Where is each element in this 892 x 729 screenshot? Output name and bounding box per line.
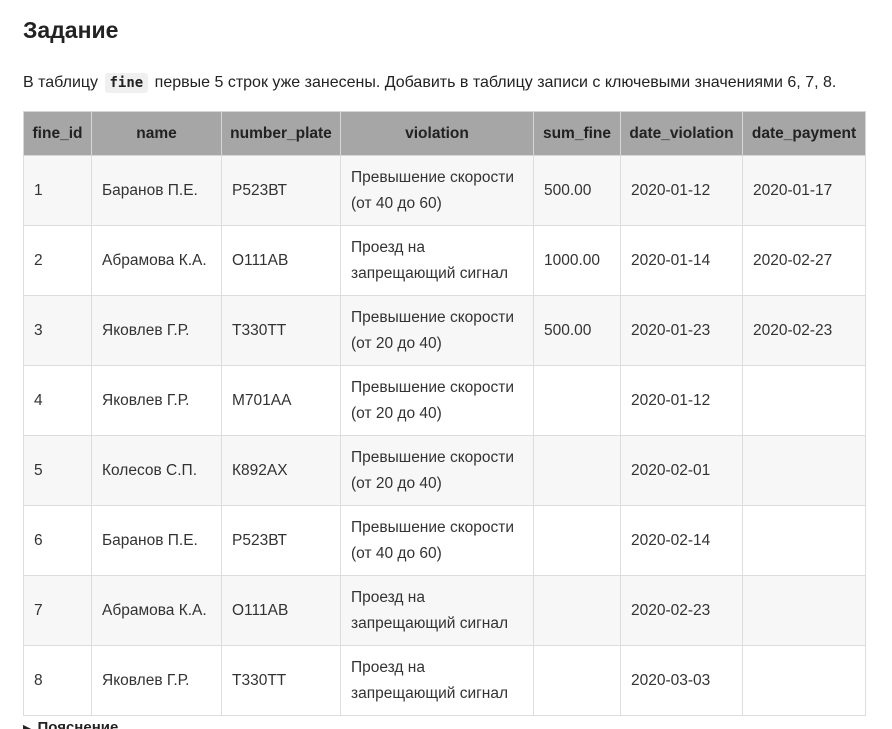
- table-cell-date-violation: 2020-01-14: [620, 225, 743, 296]
- table-cell-fine-id: 8: [23, 645, 92, 716]
- table-cell-sum-fine: [533, 435, 621, 506]
- table-cell-date-payment: [742, 645, 866, 716]
- column-header-name: name: [91, 111, 222, 156]
- table-row: 2 Абрамова К.А. О111АВ Проезд на запрещающи…: [23, 225, 866, 296]
- table-cell-violation: Проезд на запрещающий сигнал: [340, 225, 534, 296]
- table-cell-number-plate: Р523ВТ: [221, 505, 341, 576]
- table-cell-date-violation: 2020-02-14: [620, 505, 743, 576]
- intro-text-after: первые 5 строк уже занесены. Добавить в …: [154, 74, 837, 91]
- table-cell-fine-id: 2: [23, 225, 92, 296]
- table-cell-number-plate: М701АА: [221, 365, 341, 436]
- table-cell-date-payment: [742, 365, 866, 436]
- table-cell-date-violation: 2020-02-23: [620, 575, 743, 646]
- table-cell-date-payment: 2020-01-17: [742, 155, 866, 226]
- table-cell-fine-id: 5: [23, 435, 92, 506]
- table-row: 5 Колесов С.П. К892АХ Превышение скорости (…: [23, 435, 866, 506]
- page-title: Задание: [23, 17, 119, 43]
- table-cell-number-plate: К892АХ: [221, 435, 341, 506]
- task-description: В таблицу fine первые 5 строк уже занесе…: [23, 70, 836, 96]
- table-cell-name: Яковлев Г.Р.: [91, 645, 222, 716]
- table-cell-violation: Превышение скорости (от 20 до 40): [340, 295, 534, 366]
- table-name-code: fine: [104, 73, 149, 93]
- table-cell-sum-fine: 1000.00: [533, 225, 621, 296]
- table-cell-sum-fine: [533, 645, 621, 716]
- column-header-date-payment: date_payment: [742, 111, 866, 156]
- column-header-date-violation: date_violation: [620, 111, 743, 156]
- intro-text-before: В таблицу: [23, 74, 99, 91]
- table-cell-sum-fine: [533, 575, 621, 646]
- table-cell-name: Колесов С.П.: [91, 435, 222, 506]
- table-cell-fine-id: 4: [23, 365, 92, 436]
- table-cell-sum-fine: 500.00: [533, 155, 621, 226]
- table-row: 6 Баранов П.Е. Р523ВТ Превышение скорости (…: [23, 505, 866, 576]
- table-cell-name: Баранов П.Е.: [91, 505, 222, 576]
- table-row: 7 Абрамова К.А. О111АВ Проезд на запрещающи…: [23, 575, 866, 646]
- table-cell-violation: Превышение скорости (от 40 до 60): [340, 155, 534, 226]
- triangle-right-icon: ▶: [23, 723, 32, 729]
- column-header-violation: violation: [340, 111, 534, 156]
- table-cell-violation: Превышение скорости (от 40 до 60): [340, 505, 534, 576]
- table-cell-date-violation: 2020-01-23: [620, 295, 743, 366]
- table-cell-number-plate: Т330ТТ: [221, 645, 341, 716]
- table-cell-sum-fine: [533, 365, 621, 436]
- table-cell-date-violation: 2020-03-03: [620, 645, 743, 716]
- table-cell-violation: Превышение скорости (от 20 до 40): [340, 435, 534, 506]
- table-cell-sum-fine: [533, 505, 621, 576]
- column-header-fine-id: fine_id: [23, 111, 92, 156]
- details-toggle[interactable]: ▶ Пояснение: [23, 718, 118, 729]
- table-row: 8 Яковлев Г.Р. Т330ТТ Проезд на запрещающий…: [23, 645, 866, 716]
- table-cell-violation: Превышение скорости (от 20 до 40): [340, 365, 534, 436]
- table-cell-date-violation: 2020-01-12: [620, 365, 743, 436]
- table-cell-fine-id: 6: [23, 505, 92, 576]
- table-cell-date-payment: [742, 575, 866, 646]
- table-cell-name: Абрамова К.А.: [91, 575, 222, 646]
- table-row: 4 Яковлев Г.Р. М701АА Превышение скорости (…: [23, 365, 866, 436]
- table-cell-name: Абрамова К.А.: [91, 225, 222, 296]
- column-header-sum-fine: sum_fine: [533, 111, 621, 156]
- table-cell-name: Баранов П.Е.: [91, 155, 222, 226]
- table-body: 1 Баранов П.Е. Р523ВТ Превышение скорости (…: [23, 155, 866, 716]
- table-row: 3 Яковлев Г.Р. Т330ТТ Превышение скорости (…: [23, 295, 866, 366]
- table-cell-fine-id: 7: [23, 575, 92, 646]
- table-cell-violation: Проезд на запрещающий сигнал: [340, 645, 534, 716]
- table-cell-fine-id: 1: [23, 155, 92, 226]
- table-header-row: fine_id name number_plate violation sum_fine…: [23, 111, 866, 156]
- table-cell-violation: Проезд на запрещающий сигнал: [340, 575, 534, 646]
- table-cell-date-violation: 2020-01-12: [620, 155, 743, 226]
- table-cell-number-plate: Т330ТТ: [221, 295, 341, 366]
- table-cell-date-payment: 2020-02-23: [742, 295, 866, 366]
- table-cell-date-payment: [742, 505, 866, 576]
- table-cell-date-payment: [742, 435, 866, 506]
- table-cell-name: Яковлев Г.Р.: [91, 295, 222, 366]
- column-header-number-plate: number_plate: [221, 111, 341, 156]
- table-cell-sum-fine: 500.00: [533, 295, 621, 366]
- table-cell-date-violation: 2020-02-01: [620, 435, 743, 506]
- table-cell-number-plate: О111АВ: [221, 225, 341, 296]
- fine-table: fine_id name number_plate violation sum_fine…: [23, 111, 866, 716]
- table-cell-number-plate: О111АВ: [221, 575, 341, 646]
- table-cell-name: Яковлев Г.Р.: [91, 365, 222, 436]
- table-cell-fine-id: 3: [23, 295, 92, 366]
- table-row: 1 Баранов П.Е. Р523ВТ Превышение скорости (…: [23, 155, 866, 226]
- table-cell-number-plate: Р523ВТ: [221, 155, 341, 226]
- details-label: Пояснение: [37, 719, 119, 729]
- table-cell-date-payment: 2020-02-27: [742, 225, 866, 296]
